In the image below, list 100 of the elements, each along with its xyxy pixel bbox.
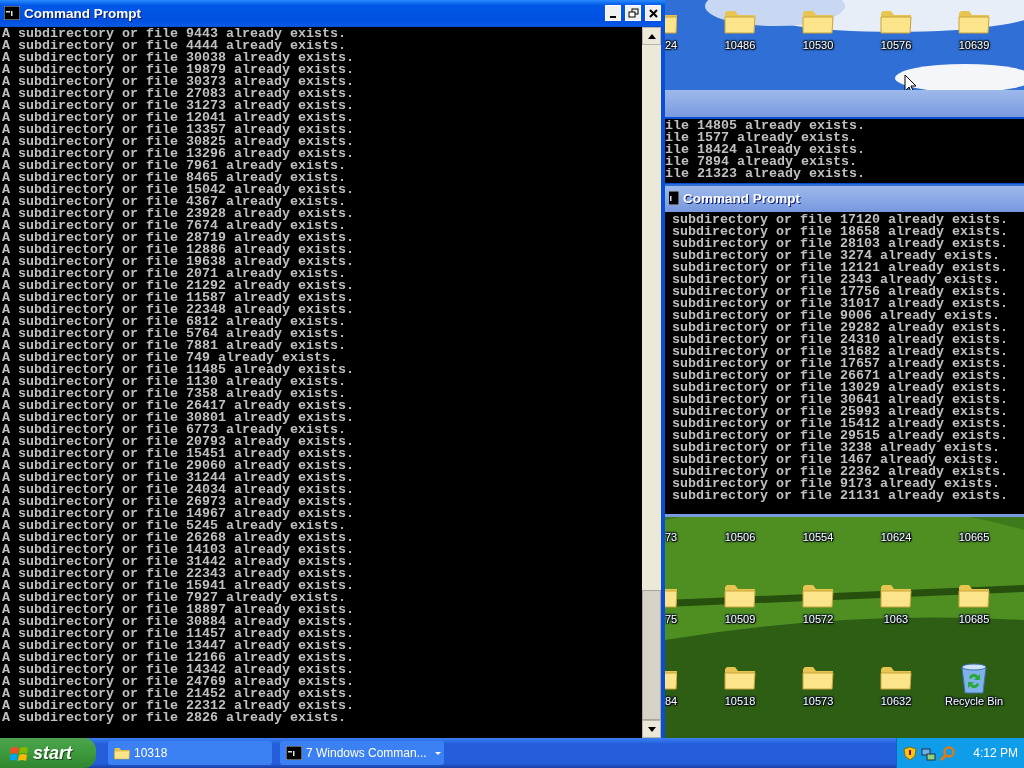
console-line: subdirectory or file 18658 already exists. [672, 226, 1009, 238]
console-line: A subdirectory or file 22343 already exists. [2, 568, 355, 580]
icon-label[interactable]: 84 [665, 694, 678, 708]
scroll-up-button[interactable] [642, 27, 661, 45]
recycle-bin-icon[interactable] [958, 663, 990, 695]
console-line: A subdirectory or file 30884 already exists. [2, 616, 355, 628]
console-line: A subdirectory or file 7927 already exists. [2, 592, 346, 604]
scroll-down-button[interactable] [642, 720, 661, 738]
console-line: A subdirectory or file 12041 already exists. [2, 112, 355, 124]
console-line: A subdirectory or file 7881 already exists. [2, 340, 347, 352]
console-line: subdirectory or file 3274 already exists. [672, 250, 1000, 262]
folder-icon [114, 746, 130, 760]
console-line: subdirectory or file 30641 already exists. [672, 394, 1009, 406]
console-icon [669, 191, 679, 205]
console-line: subdirectory or file 29515 already exists. [672, 430, 1009, 442]
console-line: A subdirectory or file 15941 already exists. [2, 580, 355, 592]
console-line: A subdirectory or file 23928 already exists. [2, 208, 355, 220]
console-line: subdirectory or file 17120 already exists. [672, 214, 1009, 226]
console-line: A subdirectory or file 31244 already exists. [2, 472, 355, 484]
console-line: subdirectory or file 17756 already exists. [672, 286, 1009, 298]
console-line: A subdirectory or file 13447 already exists. [2, 640, 355, 652]
console-icon [286, 746, 302, 760]
console-line: subdirectory or file 31682 already exists. [672, 346, 1009, 358]
console-line: A subdirectory or file 7961 already exists. [2, 160, 347, 172]
icon-label[interactable]: 10665 [958, 530, 990, 544]
console-line: subdirectory or file 31017 already exists. [672, 298, 1009, 310]
icon-label[interactable]: 10486 [724, 38, 756, 52]
close-button[interactable] [645, 5, 661, 21]
caret-icon [434, 751, 441, 755]
close-icon [647, 7, 659, 19]
restore-icon [627, 7, 639, 19]
icon-label[interactable]: 24 [665, 38, 678, 52]
console-line: subdirectory or file 17657 already exists. [672, 358, 1009, 370]
icon-label[interactable]: 10624 [880, 530, 912, 544]
taskbar-button[interactable]: 7 Windows Comman... [280, 741, 444, 765]
restore-button[interactable] [625, 5, 641, 21]
console-line: A subdirectory or file 6812 already exists. [2, 316, 347, 328]
console-line: A subdirectory or file 19638 already exists. [2, 256, 355, 268]
console-line: A subdirectory or file 30373 already exists. [2, 76, 355, 88]
window-title: Command Prompt [683, 190, 800, 206]
console-line: A subdirectory or file 27083 already exists. [2, 88, 355, 100]
console-line: A subdirectory or file 11457 already exists. [2, 628, 355, 640]
console-line: A subdirectory or file 31442 already exists. [2, 556, 355, 568]
console-line: subdirectory or file 12121 already exists. [672, 262, 1009, 274]
console-line: ile 21323 already exists. [665, 168, 866, 180]
icon-label[interactable]: 10632 [880, 694, 912, 708]
minimize-button[interactable] [605, 5, 621, 21]
network-icon[interactable] [921, 745, 936, 761]
icon-label[interactable]: 10576 [880, 38, 912, 52]
console-line: A subdirectory or file 26973 already exists. [2, 496, 355, 508]
start-button[interactable]: start [0, 738, 96, 768]
console-icon [4, 6, 20, 20]
console-line: subdirectory or file 22362 already exists. [672, 466, 1009, 478]
up-arrow-icon [646, 32, 657, 40]
icon-label[interactable]: 75 [665, 612, 678, 626]
console-line: A subdirectory or file 4444 already exists. [2, 40, 346, 52]
console-line: A subdirectory or file 7674 already exists. [2, 220, 346, 232]
console-line: A subdirectory or file 15042 already exists. [2, 184, 355, 196]
shield-icon[interactable] [903, 745, 917, 761]
taskbar-button[interactable]: 10318 [108, 741, 272, 765]
console-line: A subdirectory or file 11587 already exists. [2, 292, 355, 304]
console-line: A subdirectory or file 21452 already exists. [2, 688, 355, 700]
icon-label[interactable]: Recycle Bin [944, 694, 1004, 708]
console-line: A subdirectory or file 31273 already exists. [2, 100, 355, 112]
console-line: A subdirectory or file 30825 already exists. [2, 136, 355, 148]
console-line: A subdirectory or file 18897 already exists. [2, 604, 355, 616]
console-line: A subdirectory or file 2071 already exists. [2, 268, 346, 280]
console-line: A subdirectory or file 14103 already exists. [2, 544, 355, 556]
console-line: A subdirectory or file 13357 already exists. [2, 124, 355, 136]
console-line: A subdirectory or file 5245 already exists. [2, 520, 346, 532]
console-line: subdirectory or file 21131 already exists. [672, 490, 1009, 502]
icon-label[interactable]: 10573 [802, 694, 834, 708]
console-line: ile 14805 already exists. [665, 120, 866, 132]
scroll-thumb[interactable] [642, 590, 661, 720]
icon-label[interactable]: 10509 [724, 612, 756, 626]
icon-label[interactable]: 1063 [883, 612, 909, 626]
console-line: A subdirectory or file 12166 already exists. [2, 652, 355, 664]
icon-label[interactable]: 73 [665, 530, 678, 544]
console-line: A subdirectory or file 6773 already exists. [2, 424, 346, 436]
console-line: subdirectory or file 29282 already exists. [672, 322, 1009, 334]
icon-label[interactable]: 10518 [724, 694, 756, 708]
console-line: A subdirectory or file 19879 already exists. [2, 64, 355, 76]
icon-label[interactable]: 10530 [802, 38, 834, 52]
console-line: A subdirectory or file 4367 already exists. [2, 196, 346, 208]
icon-label[interactable]: 10572 [802, 612, 834, 626]
icon-label[interactable]: 10506 [724, 530, 756, 544]
icon-label[interactable]: 10685 [958, 612, 990, 626]
console-line: A subdirectory or file 15451 already exists. [2, 448, 355, 460]
console-line: A subdirectory or file 13296 already exists. [2, 148, 355, 160]
icon-label[interactable]: 10639 [958, 38, 990, 52]
console-line: A subdirectory or file 30801 already exists. [2, 412, 355, 424]
console-line: subdirectory or file 9006 already exists. [672, 310, 1000, 322]
console-line: A subdirectory or file 2826 already exists. [2, 712, 347, 724]
console-line: subdirectory or file 3238 already exists. [672, 442, 1001, 454]
console-line: A subdirectory or file 8465 already exists. [2, 172, 346, 184]
icon-label[interactable]: 10554 [802, 530, 834, 544]
console-line: A subdirectory or file 9443 already exists. [2, 28, 347, 40]
console-line: A subdirectory or file 24769 already exists. [2, 676, 355, 688]
console-line: A subdirectory or file 29060 already exists. [2, 460, 355, 472]
console-line: A subdirectory or file 1130 already exists. [2, 376, 347, 388]
